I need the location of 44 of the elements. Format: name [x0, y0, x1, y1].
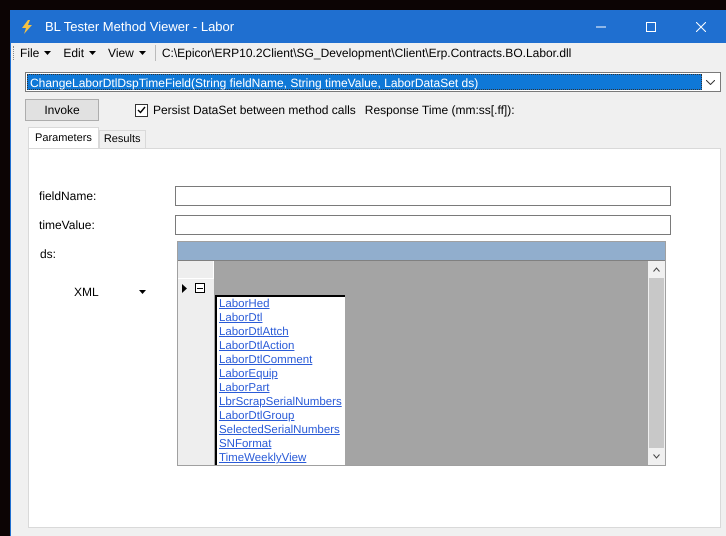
caret-icon — [44, 51, 52, 55]
caret-icon — [89, 51, 96, 55]
table-link[interactable]: LaborDtlAction — [219, 339, 345, 353]
grid-header-cell — [178, 261, 214, 279]
close-icon[interactable] — [696, 22, 706, 32]
input-field[interactable] — [175, 214, 671, 234]
table-link[interactable]: LaborHed — [219, 297, 345, 311]
input-field[interactable] — [175, 186, 671, 206]
table-link[interactable]: LaborDtlGroup — [219, 409, 345, 423]
menu-item[interactable]: View — [102, 44, 152, 62]
method-dropdown[interactable]: ChangeLaborDtlDspTimeField(String fieldName, String timeValue, LaborDataSet ds) — [25, 72, 721, 92]
scrollbar-thumb[interactable] — [649, 278, 664, 448]
scroll-up-icon[interactable] — [653, 267, 660, 272]
tab[interactable]: Parameters — [28, 127, 99, 148]
table-link[interactable]: TimeWeeklyView — [219, 451, 345, 465]
table-link[interactable]: LaborDtl — [219, 311, 345, 325]
invoke-button[interactable]: Invoke — [25, 99, 99, 121]
scroll-down-icon[interactable] — [653, 454, 660, 459]
caret-icon — [139, 290, 146, 294]
table-link[interactable]: LaborDtlComment — [219, 353, 345, 367]
caret-icon — [138, 51, 146, 55]
response-time-label: Response Time (mm:ss[.ff]): — [364, 102, 515, 119]
menu-item[interactable]: File — [14, 44, 58, 62]
field-label: timeValue: — [38, 216, 96, 234]
menu-item[interactable]: Edit — [57, 44, 102, 62]
table-link[interactable]: LaborEquip — [219, 367, 345, 381]
field-label: fieldName: — [38, 188, 98, 204]
chevron-icon — [706, 80, 715, 84]
table-link[interactable]: SelectedSerialNumbers — [219, 423, 345, 437]
lightning-icon — [21, 20, 33, 34]
dll-path: C:\Epicor\ERP10.2Client\SG_Development\Client\Erp.Contracts.BO.Labor.dll — [162, 45, 572, 62]
maximize-icon[interactable] — [646, 22, 656, 32]
persist-checkbox[interactable] — [135, 104, 148, 116]
table-link[interactable]: LaborPart — [219, 381, 345, 395]
field-label: ds: — [39, 246, 58, 263]
tab[interactable]: Results — [98, 130, 146, 148]
format-dropdown[interactable]: XML — [74, 283, 99, 301]
row-pointer-icon — [182, 284, 187, 292]
table-link[interactable]: SNFormat — [219, 437, 345, 451]
table-link[interactable]: LbrScrapSerialNumbers — [219, 395, 345, 409]
collapse-icon[interactable] — [195, 283, 205, 293]
window-title: BL Tester Method Viewer - Labor — [45, 18, 234, 36]
table-link[interactable]: LaborDtlAttch — [219, 325, 345, 339]
checkbox-label: Persist DataSet between method calls — [153, 102, 356, 119]
